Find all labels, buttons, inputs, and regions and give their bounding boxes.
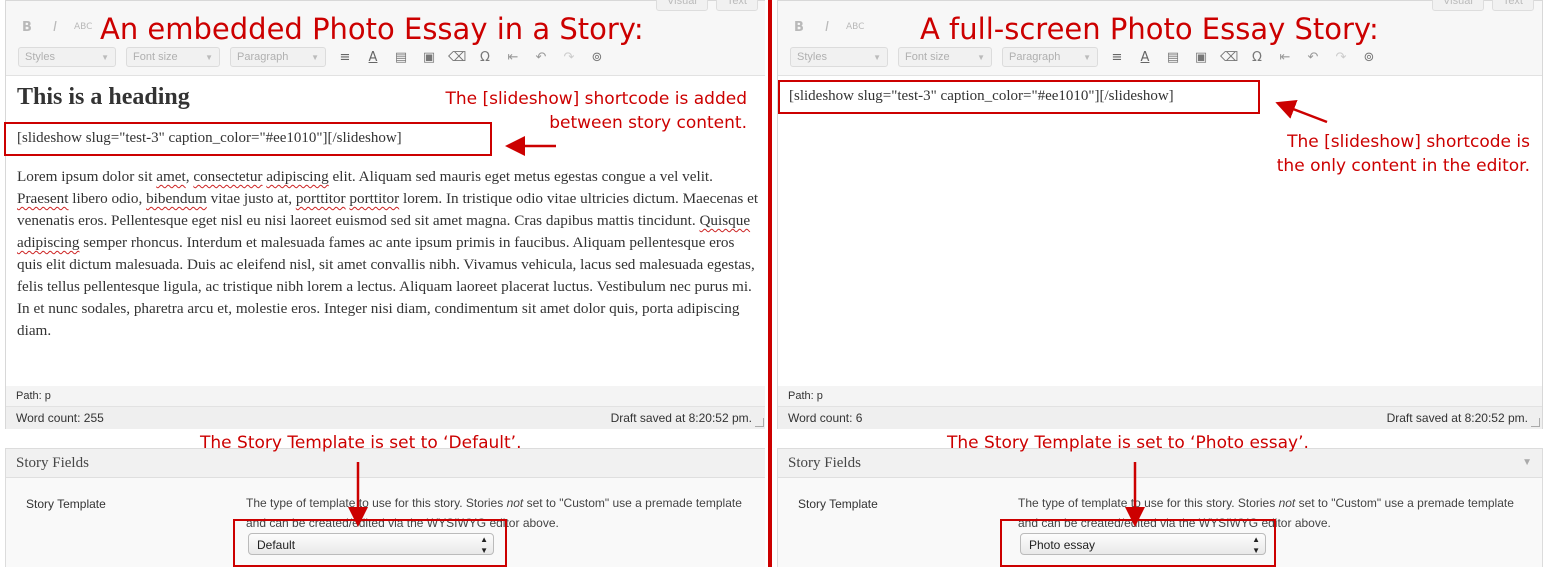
redo-icon[interactable]: ↷ — [1332, 50, 1350, 65]
paste-word-icon[interactable]: ▣ — [420, 50, 438, 65]
template-annotation: The Story Template is set to ‘Photo essa… — [947, 433, 1309, 453]
italic-icon[interactable]: I — [46, 20, 64, 35]
story-template-label: Story Template — [26, 497, 106, 511]
template-highlight-box — [1000, 519, 1276, 567]
undo-icon[interactable]: ↶ — [1304, 50, 1322, 65]
special-character-icon[interactable]: Ω — [476, 50, 494, 65]
paste-text-icon[interactable]: ▤ — [1164, 50, 1182, 65]
italic-icon[interactable]: I — [818, 20, 836, 35]
font-size-select[interactable]: Font size ▼ — [126, 47, 220, 67]
strikethrough-icon[interactable]: ABC — [846, 22, 864, 32]
word-count: Word count: 6 — [788, 411, 863, 425]
tab-visual[interactable]: Visual — [1432, 0, 1484, 11]
help-icon[interactable]: ⊚ — [588, 50, 606, 65]
path-bar: Path: p — [6, 386, 765, 406]
content-heading: This is a heading — [17, 84, 190, 110]
shortcode-annotation: The [slideshow] shortcode is added betwee… — [445, 89, 747, 133]
text-color-icon[interactable]: A — [364, 50, 382, 65]
draft-saved-status: Draft saved at 8:20:52 pm. — [610, 411, 752, 425]
outdent-icon[interactable]: ⇤ — [1276, 50, 1294, 65]
bold-icon[interactable]: B — [790, 20, 808, 35]
text-color-icon[interactable]: A — [1136, 50, 1154, 65]
outdent-icon[interactable]: ⇤ — [504, 50, 522, 65]
bold-icon[interactable]: B — [18, 20, 36, 35]
styles-select[interactable]: Styles ▼ — [18, 47, 116, 67]
redo-icon[interactable]: ↷ — [560, 50, 578, 65]
annotation-title: A full-screen Photo Essay Story: — [920, 12, 1379, 46]
strikethrough-icon[interactable]: ABC — [74, 22, 92, 32]
story-template-label: Story Template — [798, 497, 878, 511]
font-size-select[interactable]: Font size ▼ — [898, 47, 992, 67]
word-count: Word count: 255 — [16, 411, 104, 425]
paste-text-icon[interactable]: ▤ — [392, 50, 410, 65]
clear-formatting-icon[interactable]: ⌫ — [448, 50, 466, 65]
editor: Visual Text B I ABC Styles ▼ Font size ▼ P… — [777, 0, 1543, 429]
annotation-title: An embedded Photo Essay in a Story: — [100, 12, 644, 46]
tab-text[interactable]: Text — [1491, 0, 1534, 11]
paste-word-icon[interactable]: ▣ — [1192, 50, 1210, 65]
right-panel: Visual Text B I ABC Styles ▼ Font size ▼ P… — [772, 0, 1550, 567]
clear-formatting-icon[interactable]: ⌫ — [1220, 50, 1238, 65]
draft-saved-status: Draft saved at 8:20:52 pm. — [1386, 411, 1528, 425]
styles-select[interactable]: Styles ▼ — [790, 47, 888, 67]
editor-content[interactable]: [slideshow slug="test-3" caption_color="… — [778, 75, 1542, 387]
shortcode-annotation: The [slideshow] shortcode is the only con… — [1276, 132, 1530, 176]
shortcode-highlight-box — [4, 122, 492, 156]
path-bar: Path: p — [778, 386, 1542, 406]
collapse-toggle-icon[interactable]: ▼ — [1522, 449, 1532, 477]
word-count-bar: Word count: 6 Draft saved at 8:20:52 pm. — [778, 406, 1542, 429]
template-annotation: The Story Template is set to ‘Default’. — [200, 433, 522, 453]
editor-mode-tabs: Visual Text — [656, 0, 758, 11]
special-character-icon[interactable]: Ω — [1248, 50, 1266, 65]
left-panel: Visual Text B I ABC Styles ▼ Font size ▼ P… — [0, 0, 765, 567]
tab-text[interactable]: Text — [715, 0, 758, 11]
editor-mode-tabs: Visual Text — [1432, 0, 1534, 11]
undo-icon[interactable]: ↶ — [532, 50, 550, 65]
word-count-bar: Word count: 255 Draft saved at 8:20:52 p… — [6, 406, 765, 429]
align-justify-icon[interactable]: ≡ — [1108, 50, 1126, 65]
resize-grip-icon[interactable] — [1531, 418, 1540, 427]
toolbar-row-2: Styles ▼ Font size ▼ Paragraph ▼ ≡ A ▤ ▣ ⌫ … — [6, 45, 765, 69]
content-paragraph: Lorem ipsum dolor sit amet, consectetur … — [17, 168, 759, 339]
paragraph-select[interactable]: Paragraph ▼ — [230, 47, 326, 67]
resize-grip-icon[interactable] — [755, 418, 764, 427]
shortcode-highlight-box — [778, 80, 1260, 114]
paragraph-select[interactable]: Paragraph ▼ — [1002, 47, 1098, 67]
help-icon[interactable]: ⊚ — [1360, 50, 1378, 65]
tab-visual[interactable]: Visual — [656, 0, 708, 11]
align-justify-icon[interactable]: ≡ — [336, 50, 354, 65]
editor: Visual Text B I ABC Styles ▼ Font size ▼ P… — [5, 0, 765, 429]
toolbar-row-2: Styles ▼ Font size ▼ Paragraph ▼ ≡ A ▤ ▣ ⌫ … — [778, 45, 1542, 69]
template-highlight-box — [233, 519, 507, 567]
